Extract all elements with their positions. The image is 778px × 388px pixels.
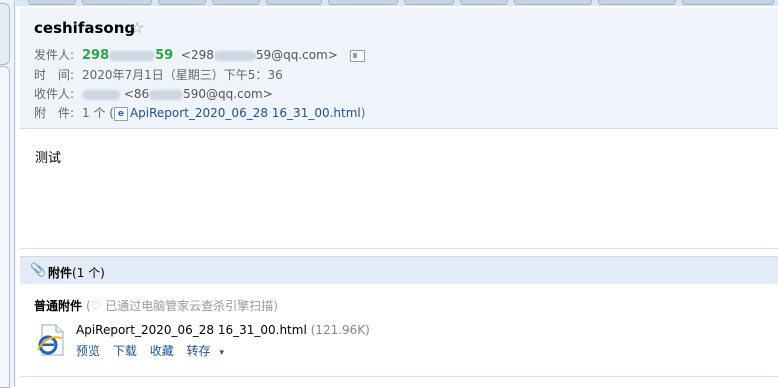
attachment-title: 附件(1 个) [48,266,105,280]
toolbar-button[interactable] [82,0,152,5]
attachment-link[interactable]: ApiReport_2020_06_28 16_31_00.html [130,106,361,120]
recipient-name[interactable] [82,89,120,100]
recipient-row: 收件人: <86 590@qq.com> [34,85,273,102]
forward-link[interactable]: 转存 ▾ [187,344,234,358]
toolbar-button[interactable] [266,0,322,5]
toolbar-button[interactable] [158,0,206,5]
time-label: 时 间: [34,68,75,82]
left-tab-lower[interactable] [0,66,10,388]
toolbar-button[interactable] [212,0,260,5]
sender-row: 发件人: 298 59 <298 59@qq.com> [34,46,365,63]
ie-file-icon: e [113,106,128,121]
left-divider [14,0,15,386]
sender-label: 发件人: [34,48,75,62]
toolbar-button[interactable] [682,0,774,5]
toolbar-button[interactable] [514,0,592,5]
recipient-label: 收件人: [34,87,75,101]
toolbar-button[interactable] [404,0,454,5]
attachment-panel: 普通附件 (♡ 已通过电脑管家云查杀引擎扫描) ApiReport_2020_0… [20,284,778,377]
body-divider [20,248,778,249]
mail-header: ceshifasong ☆ 发件人: 298 59 <298 59@qq.com> 时… [20,8,778,129]
toolbar-button[interactable] [598,0,676,5]
time-value: 2020年7月1日（星期三）下午5：36 [82,68,283,82]
ie-file-icon[interactable] [36,324,66,356]
sender-address[interactable]: <298 59@qq.com> [177,48,338,62]
left-tab-upper[interactable] [0,3,10,65]
toolbar-button[interactable] [460,0,508,5]
favorite-link[interactable]: 收藏 [150,344,174,358]
mail-subject: ceshifasong [34,19,136,37]
attachment-label: 附 件: [34,106,75,120]
contact-card-icon[interactable] [349,49,365,62]
scan-note: (♡ 已通过电脑管家云查杀引擎扫描) [86,299,278,313]
preview-link[interactable]: 预览 [76,344,100,358]
time-row: 时 间: 2020年7月1日（星期三）下午5：36 [34,66,283,83]
attachment-actions: 预览 下载 收藏 转存 ▾ [76,342,242,359]
star-icon[interactable]: ☆ [130,18,144,37]
sender-name[interactable]: 298 59 [82,48,173,63]
paperclip-icon: 📎 [30,263,47,278]
recipient-address[interactable]: <86 590@qq.com> [124,87,273,101]
toolbar-button[interactable] [28,0,76,5]
normal-attachment-label: 普通附件 [34,299,83,313]
toolbar-strip [16,0,778,6]
mail-body-text: 测试 [35,151,62,166]
attachment-file-size: (121.96K) [310,323,370,337]
attachment-row: 附 件: 1 个 (e ApiReport_2020_06_28 16_31_00.… [34,106,366,121]
attachment-file-name[interactable]: ApiReport_2020_06_28 16_31_00.html (121.… [76,323,370,337]
attachment-bar: 📎 附件(1 个) [20,256,778,285]
toolbar-button[interactable] [328,0,398,5]
attachment-count: 1 个 ( [82,106,114,120]
chevron-down-icon: ▾ [219,348,225,358]
shield-icon: ♡ [90,299,102,313]
download-link[interactable]: 下载 [113,344,137,358]
